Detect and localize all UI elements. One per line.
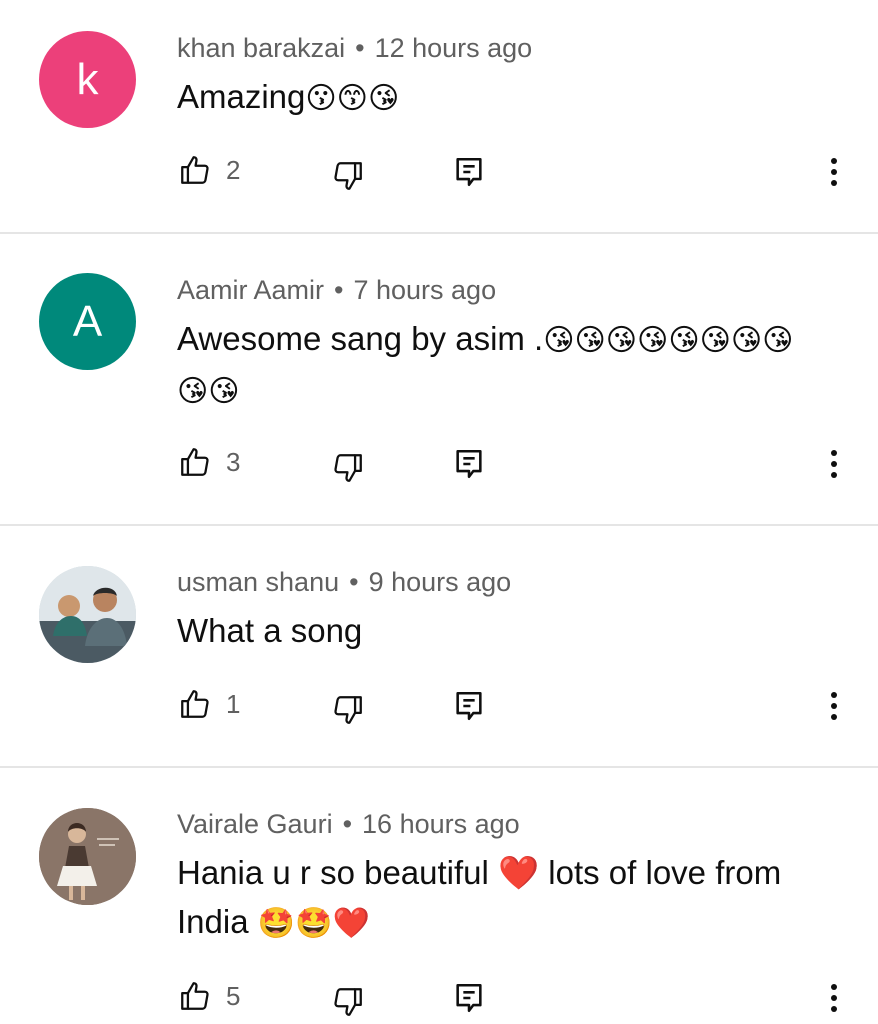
thumb-down-icon: [331, 451, 365, 485]
like-button[interactable]: 5: [178, 979, 240, 1013]
reply-comment-icon: [452, 981, 486, 1015]
comment-actions: 5: [0, 979, 878, 1019]
comment-actions: 3: [0, 445, 878, 485]
more-options-button[interactable]: [822, 155, 846, 189]
profile-photo-image: [39, 566, 136, 663]
more-vertical-icon: [822, 689, 846, 723]
comment-4: Vairale Gauri • 16 hours ago Hania u r so …: [0, 768, 878, 1024]
timestamp[interactable]: 9 hours ago: [369, 567, 512, 597]
dislike-button[interactable]: [331, 451, 365, 485]
comment-text: Hania u r so beautiful ❤️ lots of love f…: [177, 848, 817, 948]
comment-text: Awesome sang by asim .😘😘😘😘😘😘😘😘😘😘: [177, 314, 807, 416]
separator-dot: •: [349, 567, 359, 597]
thumb-up-icon: [178, 687, 212, 721]
comment-text: What a song: [177, 606, 837, 657]
like-button[interactable]: 3: [178, 445, 240, 479]
like-button[interactable]: 2: [178, 153, 240, 187]
avatar[interactable]: k: [39, 31, 136, 128]
timestamp[interactable]: 12 hours ago: [375, 33, 533, 63]
thumb-up-icon: [178, 153, 212, 187]
reply-button[interactable]: [452, 981, 486, 1015]
more-vertical-icon: [822, 155, 846, 189]
more-vertical-icon: [822, 447, 846, 481]
avatar[interactable]: [39, 808, 136, 905]
more-options-button[interactable]: [822, 981, 846, 1015]
comment-actions: 2: [0, 153, 878, 193]
comment-actions: 1: [0, 687, 878, 727]
profile-photo-image: [39, 808, 136, 905]
author-name[interactable]: khan barakzai: [177, 33, 345, 63]
comment-body: Awesome sang by asim .: [177, 320, 544, 357]
more-options-button[interactable]: [822, 689, 846, 723]
reply-button[interactable]: [452, 155, 486, 189]
comment-1: k khan barakzai • 12 hours ago Amazing😗😙😘 …: [0, 0, 878, 232]
reply-comment-icon: [452, 447, 486, 481]
comment-2: A Aamir Aamir • 7 hours ago Awesome sang b…: [0, 234, 878, 524]
comment-body: Amazing: [177, 78, 306, 115]
author-name[interactable]: usman shanu: [177, 567, 339, 597]
avatar[interactable]: [39, 566, 136, 663]
comment-3: usman shanu • 9 hours ago What a song 1: [0, 526, 878, 766]
author-name[interactable]: Vairale Gauri: [177, 809, 333, 839]
like-button[interactable]: 1: [178, 687, 240, 721]
dislike-button[interactable]: [331, 693, 365, 727]
comment-meta: usman shanu • 9 hours ago: [177, 567, 511, 598]
thumb-down-icon: [331, 159, 365, 193]
like-count: 5: [226, 980, 241, 1011]
comment-emojis: 🤩🤩❤️: [257, 906, 370, 941]
reply-comment-icon: [452, 155, 486, 189]
timestamp[interactable]: 7 hours ago: [353, 275, 496, 305]
separator-dot: •: [334, 275, 344, 305]
comment-meta: Aamir Aamir • 7 hours ago: [177, 275, 496, 306]
thumb-down-icon: [331, 693, 365, 727]
avatar-letter: k: [76, 54, 99, 104]
dislike-button[interactable]: [331, 159, 365, 193]
separator-dot: •: [355, 33, 365, 63]
separator-dot: •: [342, 809, 353, 839]
like-count: 3: [226, 446, 241, 477]
timestamp[interactable]: 16 hours ago: [362, 809, 520, 839]
reply-comment-icon: [452, 689, 486, 723]
dislike-button[interactable]: [331, 985, 365, 1019]
more-options-button[interactable]: [822, 447, 846, 481]
author-name[interactable]: Aamir Aamir: [177, 275, 324, 305]
comment-meta: khan barakzai • 12 hours ago: [177, 33, 532, 64]
avatar[interactable]: A: [39, 273, 136, 370]
like-count: 2: [226, 154, 241, 185]
comment-meta: Vairale Gauri • 16 hours ago: [177, 809, 520, 840]
comment-text: Amazing😗😙😘: [177, 72, 837, 123]
more-vertical-icon: [822, 981, 846, 1015]
thumb-up-icon: [178, 979, 212, 1013]
comment-emojis: 😗😙😘: [305, 81, 400, 116]
thumb-down-icon: [331, 985, 365, 1019]
avatar-letter: A: [72, 296, 103, 346]
reply-button[interactable]: [452, 689, 486, 723]
thumb-up-icon: [178, 445, 212, 479]
like-count: 1: [226, 688, 241, 719]
comment-body: What a song: [177, 612, 363, 649]
reply-button[interactable]: [452, 447, 486, 481]
